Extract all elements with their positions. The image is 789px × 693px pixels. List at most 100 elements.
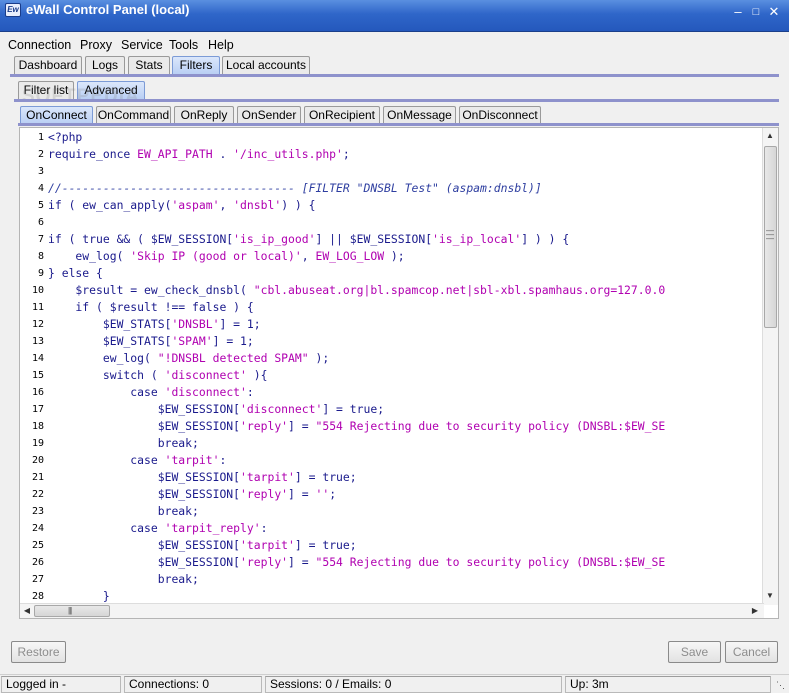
sub-tabs-separator xyxy=(14,99,779,102)
status-connections: Connections: 0 xyxy=(124,676,262,693)
code-line[interactable]: break; xyxy=(48,503,199,520)
tab-onrecipient[interactable]: OnRecipient xyxy=(304,106,380,124)
tab-logs[interactable]: Logs xyxy=(85,56,125,74)
line-number: 18 xyxy=(31,421,44,432)
line-number: 6 xyxy=(37,217,44,228)
title-bar[interactable]: Ew eWall Control Panel (local) – □ ✕ xyxy=(0,0,789,32)
line-number: 23 xyxy=(31,506,44,517)
tab-stats[interactable]: Stats xyxy=(128,56,170,74)
vertical-grip-icon: — — — xyxy=(766,226,774,243)
code-line[interactable]: require_once EW_API_PATH . '/inc_utils.p… xyxy=(48,146,350,163)
line-number: 21 xyxy=(31,472,44,483)
status-uptime: Up: 3m xyxy=(565,676,771,693)
line-number: 11 xyxy=(31,302,44,313)
menu-help[interactable]: Help xyxy=(208,38,234,52)
scroll-right-icon[interactable]: ▶ xyxy=(748,605,762,617)
line-number: 7 xyxy=(37,234,44,245)
line-number: 15 xyxy=(31,370,44,381)
maximize-icon[interactable]: □ xyxy=(749,6,763,18)
code-line[interactable]: $EW_SESSION['disconnect'] = true; xyxy=(48,401,384,418)
line-number: 20 xyxy=(31,455,44,466)
menu-tools[interactable]: Tools xyxy=(169,38,198,52)
save-button[interactable]: Save xyxy=(668,641,721,663)
code-line[interactable]: case 'disconnect': xyxy=(48,384,253,401)
tab-onconnect[interactable]: OnConnect xyxy=(20,106,93,124)
line-number: 1 xyxy=(37,132,44,143)
status-logged-in: Logged in - xyxy=(1,676,121,693)
code-line[interactable]: $EW_STATS['DNSBL'] = 1; xyxy=(48,316,261,333)
softpedia-watermark: SOFTPEDIA xyxy=(22,86,140,107)
code-line[interactable]: //---------------------------------- [FI… xyxy=(48,180,542,197)
restore-button[interactable]: Restore xyxy=(11,641,66,663)
tab-filters[interactable]: Filters xyxy=(172,56,220,74)
menu-service[interactable]: Service xyxy=(121,38,163,52)
close-icon[interactable]: ✕ xyxy=(767,5,781,18)
code-line[interactable]: $EW_SESSION['reply'] = "554 Rejecting du… xyxy=(48,554,666,571)
line-number: 13 xyxy=(31,336,44,347)
code-line[interactable]: $EW_SESSION['reply'] = "554 Rejecting du… xyxy=(48,418,666,435)
code-line[interactable]: $EW_SESSION['reply'] = ''; xyxy=(48,486,336,503)
code-line[interactable]: $EW_SESSION['tarpit'] = true; xyxy=(48,537,357,554)
tab-dashboard[interactable]: Dashboard xyxy=(14,56,82,74)
line-number: 27 xyxy=(31,574,44,585)
code-line[interactable]: case 'tarpit': xyxy=(48,452,226,469)
tab-onsender[interactable]: OnSender xyxy=(237,106,301,124)
line-number-gutter: 1 2 3 4 5 6 7 8 9 10 11 12 13 14 15 16 17 18 19 20 21 22 23 24 2… xyxy=(20,128,44,618)
event-tabs-separator xyxy=(18,123,779,126)
tab-onmessage[interactable]: OnMessage xyxy=(383,106,456,124)
line-number: 17 xyxy=(31,404,44,415)
code-line[interactable]: } else { xyxy=(48,265,103,282)
code-line[interactable]: $EW_SESSION['tarpit'] = true; xyxy=(48,469,357,486)
window-title: eWall Control Panel (local) xyxy=(26,2,190,17)
line-number: 9 xyxy=(37,268,44,279)
line-number: 8 xyxy=(37,251,44,262)
line-number: 10 xyxy=(31,285,44,296)
line-number: 22 xyxy=(31,489,44,500)
line-number: 26 xyxy=(31,557,44,568)
code-line[interactable]: switch ( 'disconnect' ){ xyxy=(48,367,268,384)
cancel-button[interactable]: Cancel xyxy=(725,641,778,663)
menu-connection[interactable]: Connection xyxy=(8,38,71,52)
menu-bar: Connection Proxy Service Tools Help xyxy=(0,36,789,54)
line-number: 24 xyxy=(31,523,44,534)
code-line[interactable]: ew_log( 'Skip IP (good or local)', EW_LO… xyxy=(48,248,404,265)
code-line[interactable]: break; xyxy=(48,435,199,452)
line-number: 4 xyxy=(37,183,44,194)
horizontal-grip-icon: ||| xyxy=(68,606,72,615)
line-number: 2 xyxy=(37,149,44,160)
code-line[interactable]: case 'tarpit_reply': xyxy=(48,520,267,537)
status-sessions: Sessions: 0 / Emails: 0 xyxy=(265,676,562,693)
resize-grip-icon[interactable]: ⋱ xyxy=(776,680,785,691)
minimize-icon[interactable]: – xyxy=(731,5,745,18)
vertical-scrollbar[interactable]: ▲ — — — ▼ xyxy=(762,128,778,605)
tab-local-accounts[interactable]: Local accounts xyxy=(222,56,310,74)
line-number: 12 xyxy=(31,319,44,330)
code-line[interactable]: $result = ew_check_dnsbl( "cbl.abuseat.o… xyxy=(48,282,665,299)
app-icon: Ew xyxy=(5,3,21,17)
line-number: 19 xyxy=(31,438,44,449)
status-bar: Logged in - Connections: 0 Sessions: 0 /… xyxy=(0,674,789,693)
code-line[interactable]: ew_log( "!DNSBL detected SPAM" ); xyxy=(48,350,329,367)
tab-oncommand[interactable]: OnCommand xyxy=(96,106,171,124)
code-line[interactable]: if ( ew_can_apply('aspam', 'dnsbl') ) { xyxy=(48,197,316,214)
horizontal-scrollbar[interactable]: ◀ ||| ▶ xyxy=(20,603,764,618)
code-line[interactable]: if ( true && ( $EW_SESSION['is_ip_good']… xyxy=(48,231,569,248)
scroll-up-icon[interactable]: ▲ xyxy=(763,130,777,142)
line-number: 5 xyxy=(37,200,44,211)
code-editor[interactable]: 1 2 3 4 5 6 7 8 9 10 11 12 13 14 15 16 17 18 19 20 21 22 23 24 2… xyxy=(19,127,779,619)
line-number: 3 xyxy=(37,166,44,177)
horizontal-scroll-thumb[interactable] xyxy=(34,605,110,617)
code-line[interactable]: break; xyxy=(48,571,199,588)
main-tabs-separator xyxy=(10,74,779,77)
scroll-left-icon[interactable]: ◀ xyxy=(20,605,34,617)
code-line[interactable]: if ( $result !== false ) { xyxy=(48,299,253,316)
line-number: 16 xyxy=(31,387,44,398)
code-line[interactable]: <?php xyxy=(48,129,82,146)
tab-onreply[interactable]: OnReply xyxy=(174,106,234,124)
scroll-down-icon[interactable]: ▼ xyxy=(763,590,777,602)
code-line[interactable]: $EW_STATS['SPAM'] = 1; xyxy=(48,333,254,350)
line-number: 14 xyxy=(31,353,44,364)
tab-ondisconnect[interactable]: OnDisconnect xyxy=(459,106,541,124)
menu-proxy[interactable]: Proxy xyxy=(80,38,112,52)
line-number: 25 xyxy=(31,540,44,551)
